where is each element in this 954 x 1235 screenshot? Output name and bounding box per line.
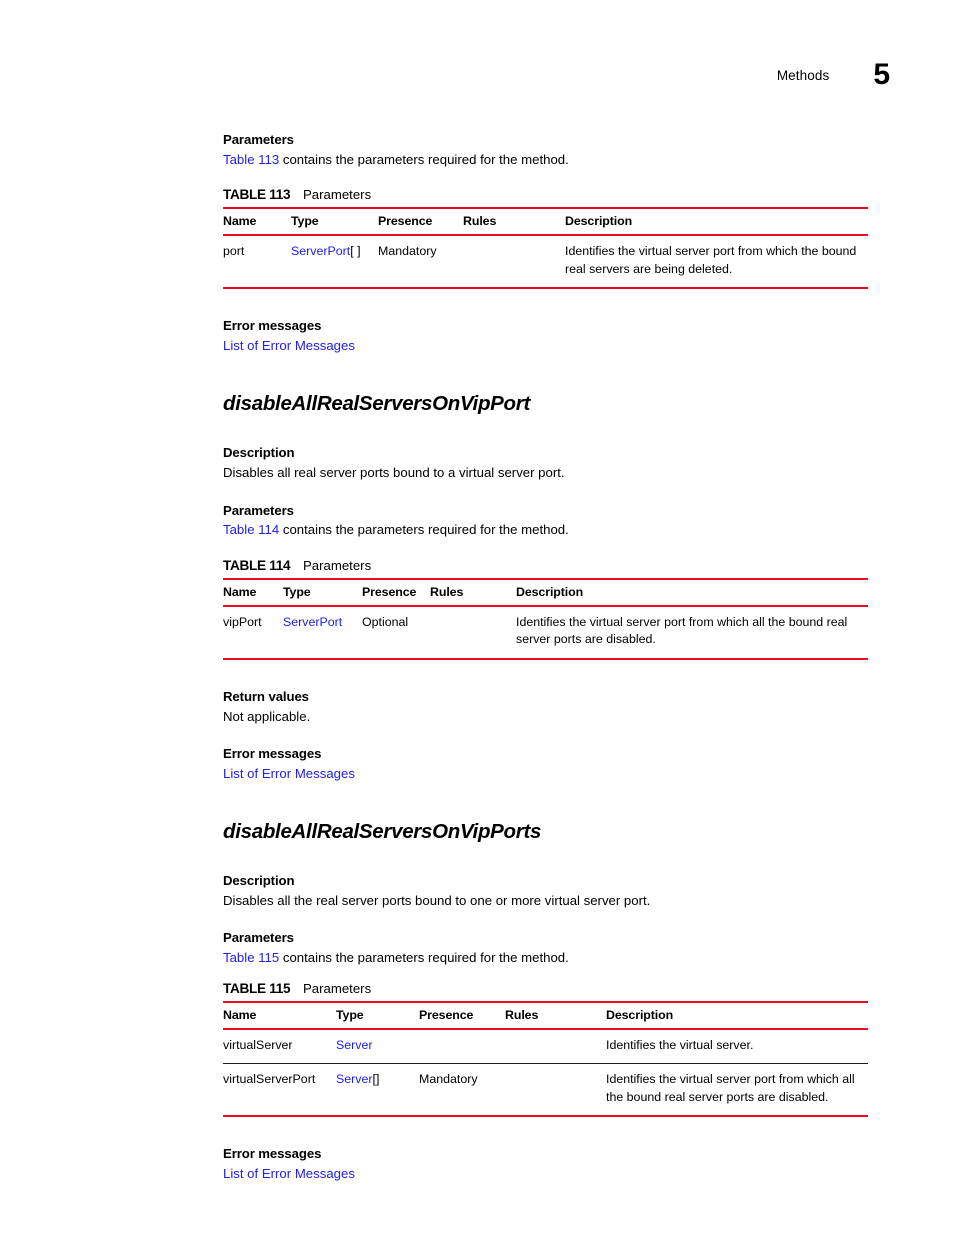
cell-type: Server	[336, 1029, 419, 1064]
table-113-title: Parameters	[303, 187, 372, 203]
cell-type: ServerPort[ ]	[291, 235, 378, 288]
column-header-presence: Presence	[419, 1001, 505, 1030]
header-section-label: Methods	[776, 68, 830, 83]
description-text: Disables all the real server ports bound…	[223, 892, 651, 908]
parameters-intro: Table 114 contains the parameters requir…	[223, 520, 868, 540]
table-row: port ServerPort[ ] Mandatory Identifies …	[223, 235, 868, 288]
section-disable-all-real-servers-on-vip-port: disableAllRealServersOnVipPort Descripti…	[223, 392, 868, 785]
table-row: virtualServer Server Identifies the virt…	[223, 1029, 868, 1064]
return-values-text: Not applicable.	[223, 708, 311, 724]
type-suffix: []	[372, 1072, 380, 1087]
table-115-number: TABLE 115	[223, 980, 291, 996]
cell-presence	[419, 1029, 505, 1064]
column-header-presence: Presence	[362, 578, 430, 607]
method-title: disableAllRealServersOnVipPorts	[223, 819, 542, 843]
cell-description: Identifies the virtual server port from …	[516, 614, 848, 647]
return-values-heading: Return values	[223, 689, 309, 705]
cell-name: virtualServer	[223, 1037, 293, 1052]
cell-rules	[463, 235, 565, 288]
error-messages-heading: Error messages	[223, 746, 322, 762]
cell-name: port	[223, 244, 245, 259]
list-of-error-messages-link[interactable]: List of Error Messages	[223, 766, 355, 781]
table-114-caption: TABLE 114 Parameters	[223, 558, 868, 573]
column-header-rules: Rules	[505, 1001, 606, 1030]
cell-presence: Mandatory	[419, 1063, 505, 1117]
table-115: Name Type Presence Rules Description vir…	[223, 1000, 868, 1118]
cell-presence: Optional	[362, 614, 409, 629]
column-header-type: Type	[291, 208, 378, 237]
cell-rules	[505, 1029, 606, 1064]
parameters-intro: Table 113 contains the parameters requir…	[223, 150, 868, 170]
type-link[interactable]: Server	[336, 1038, 373, 1052]
error-messages-link-wrap: List of Error Messages	[223, 336, 868, 356]
column-header-description: Description	[606, 1001, 868, 1030]
type-suffix: [ ]	[350, 244, 361, 259]
cell-name: virtualServerPort	[223, 1063, 336, 1117]
cell-presence: Mandatory	[378, 244, 437, 259]
section-top: Parameters Table 113 contains the parame…	[223, 130, 868, 357]
description-heading: Description	[223, 445, 295, 461]
page-header: Methods 5	[0, 56, 890, 90]
document-content: Parameters Table 113 contains the parame…	[223, 130, 868, 1185]
chapter-number: 5	[873, 58, 890, 91]
table-header-row: Name Type Presence Rules Description	[223, 1001, 868, 1030]
table-113-caption: TABLE 113 Parameters	[223, 187, 868, 202]
column-header-name: Name	[223, 1001, 336, 1030]
column-header-rules: Rules	[430, 578, 516, 607]
list-of-error-messages-link[interactable]: List of Error Messages	[223, 338, 355, 353]
parameters-heading: Parameters	[223, 930, 294, 946]
method-title: disableAllRealServersOnVipPort	[223, 391, 530, 415]
type-link[interactable]: ServerPort	[283, 615, 342, 629]
cell-description: Identifies the virtual server port from …	[606, 1063, 868, 1117]
table-115-caption: TABLE 115 Parameters	[223, 981, 868, 996]
error-messages-link-wrap: List of Error Messages	[223, 1164, 868, 1184]
cell-rules	[505, 1063, 606, 1117]
column-header-presence: Presence	[378, 208, 463, 237]
description-heading: Description	[223, 873, 295, 889]
parameters-intro: Table 115 contains the parameters requir…	[223, 948, 868, 968]
cell-type: Server[]	[336, 1063, 419, 1117]
column-header-description: Description	[516, 578, 868, 607]
cell-description: Identifies the virtual server port from …	[565, 244, 857, 276]
table-114-title: Parameters	[303, 557, 372, 573]
table-115-title: Parameters	[303, 980, 372, 996]
table-header-row: Name Type Presence Rules Description	[223, 578, 868, 607]
parameters-intro-text: contains the parameters required for the…	[279, 151, 569, 167]
section-disable-all-real-servers-on-vip-ports: disableAllRealServersOnVipPorts Descript…	[223, 820, 868, 1185]
table-114: Name Type Presence Rules Description vip…	[223, 577, 868, 661]
cell-rules	[430, 606, 516, 659]
table-row: vipPort ServerPort Optional Identifies t…	[223, 606, 868, 659]
error-messages-link-wrap: List of Error Messages	[223, 764, 868, 784]
table-113-link[interactable]: Table 113	[223, 152, 279, 167]
type-link[interactable]: ServerPort	[291, 244, 350, 258]
parameters-heading: Parameters	[223, 132, 294, 147]
table-header-row: Name Type Presence Rules Description	[223, 208, 868, 237]
description-text: Disables all real server ports bound to …	[223, 465, 565, 481]
cell-name: vipPort	[223, 614, 262, 629]
column-header-description: Description	[565, 208, 868, 237]
column-header-rules: Rules	[463, 208, 565, 237]
parameters-intro-text: contains the parameters required for the…	[279, 950, 569, 966]
error-messages-heading: Error messages	[223, 318, 322, 334]
column-header-type: Type	[283, 578, 362, 607]
table-114-number: TABLE 114	[223, 557, 291, 573]
error-messages-heading: Error messages	[223, 1146, 322, 1162]
column-header-name: Name	[223, 578, 283, 607]
cell-description: Identifies the virtual server.	[606, 1037, 754, 1052]
cell-type: ServerPort	[283, 606, 362, 659]
column-header-type: Type	[336, 1001, 419, 1030]
table-row: virtualServerPort Server[] Mandatory Ide…	[223, 1063, 868, 1117]
table-115-link[interactable]: Table 115	[223, 950, 279, 965]
type-link[interactable]: Server	[336, 1072, 373, 1086]
parameters-heading: Parameters	[223, 502, 294, 518]
table-114-link[interactable]: Table 114	[223, 522, 279, 537]
table-113: Name Type Presence Rules Description por…	[223, 207, 868, 290]
list-of-error-messages-link[interactable]: List of Error Messages	[223, 1166, 355, 1181]
column-header-name: Name	[223, 208, 291, 237]
parameters-intro-text: contains the parameters required for the…	[279, 522, 569, 538]
table-113-number: TABLE 113	[223, 187, 291, 203]
